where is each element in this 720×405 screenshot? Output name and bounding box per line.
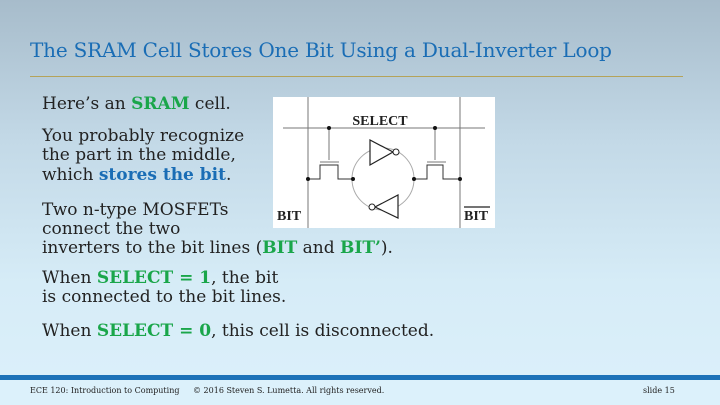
footer-copyright: © 2016 Steven S. Lumetta. All rights res… <box>193 386 385 395</box>
text: When <box>42 268 97 288</box>
highlight-stores-bit: stores the bit <box>98 165 226 185</box>
highlight-select-0: SELECT = 0 <box>96 321 212 341</box>
sram-circuit: SELECT BIT BIT <box>277 97 490 228</box>
text-line: is connected to the bit lines. <box>42 287 287 307</box>
text: . <box>225 165 232 185</box>
text: Here’s an <box>42 94 132 114</box>
transistor-left <box>308 164 353 180</box>
text: and <box>297 238 341 258</box>
text-line: connect the two <box>42 219 181 239</box>
text: inverters to the bit lines ( <box>42 238 263 258</box>
text-line: inverters to the bit lines (BIT and BIT’… <box>42 238 393 258</box>
footer-slide-number: slide 15 <box>643 386 675 395</box>
text: , the bit <box>211 268 279 288</box>
footer-course: ECE 120: Introduction to Computing <box>30 386 180 395</box>
text-line: You probably recognize <box>42 126 245 146</box>
inverter-bubble <box>392 148 400 156</box>
slide-title: The SRAM Cell Stores One Bit Using a Dua… <box>30 38 612 62</box>
text: When <box>42 321 97 341</box>
highlight-bit-prime: BIT’ <box>340 238 381 258</box>
sram-cell-diagram: SELECT BIT BIT <box>273 97 495 228</box>
text: ). <box>380 238 393 258</box>
text-line: When SELECT = 1, the bit <box>42 268 278 288</box>
highlight-sram: SRAM <box>131 94 190 114</box>
text: which <box>42 165 99 185</box>
text-line: Two n-type MOSFETs <box>42 200 229 220</box>
transistor-right <box>414 164 460 180</box>
highlight-bit: BIT <box>262 238 298 258</box>
footer-bar <box>0 375 720 380</box>
select-label: SELECT <box>352 114 408 129</box>
text: cell. <box>189 94 231 114</box>
inverter-bottom <box>373 194 399 219</box>
text-line: the part in the middle, <box>42 145 236 165</box>
text-line: Here’s an SRAM cell. <box>42 94 231 114</box>
text: , this cell is disconnected. <box>211 321 435 341</box>
inverter-top <box>369 139 395 167</box>
text-line: which stores the bit. <box>42 165 231 185</box>
bit-label: BIT <box>277 209 302 224</box>
inverter-bubble <box>368 203 376 211</box>
title-divider <box>30 76 683 77</box>
highlight-select-1: SELECT = 1 <box>96 268 212 288</box>
bit-bar-label: BIT <box>464 209 489 224</box>
text-line: When SELECT = 0, this cell is disconnect… <box>42 321 434 341</box>
